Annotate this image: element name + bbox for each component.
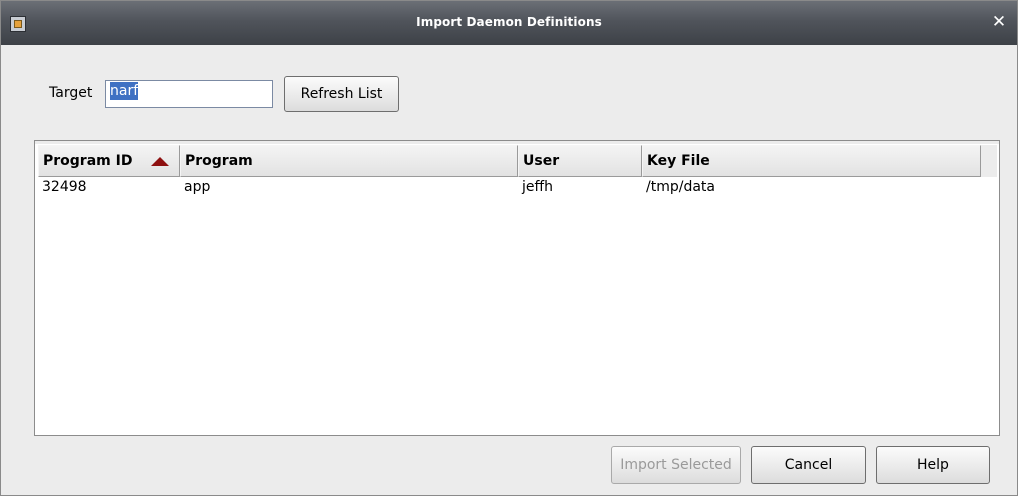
column-header-key-file[interactable]: Key File: [642, 145, 981, 177]
title-bar[interactable]: Import Daemon Definitions ✕: [1, 1, 1017, 45]
column-header-program-id[interactable]: Program ID: [38, 145, 180, 177]
column-header-user[interactable]: User: [518, 145, 642, 177]
program-table[interactable]: Program ID Program User Key File 32498 a…: [34, 140, 1000, 436]
target-label: Target: [49, 85, 93, 101]
close-icon[interactable]: ✕: [989, 12, 1009, 32]
sort-ascending-icon: [151, 157, 169, 166]
target-input-selected-text: narf: [110, 82, 139, 100]
cell-user: jeffh: [522, 179, 554, 195]
import-selected-button[interactable]: Import Selected: [611, 446, 741, 484]
column-header-label: Program ID: [43, 153, 133, 169]
cell-program-id: 32498: [42, 179, 87, 195]
column-header-label: User: [523, 153, 560, 169]
cell-program: app: [184, 179, 211, 195]
cancel-button[interactable]: Cancel: [751, 446, 866, 484]
refresh-list-button[interactable]: Refresh List: [284, 76, 399, 112]
column-header-label: Key File: [647, 153, 710, 169]
cell-key-file: /tmp/data: [646, 179, 715, 195]
column-header-program[interactable]: Program: [180, 145, 518, 177]
column-header-label: Program: [185, 153, 253, 169]
import-daemon-dialog: Import Daemon Definitions ✕ Target narf …: [0, 0, 1018, 496]
target-input[interactable]: narf: [105, 80, 273, 108]
window-title: Import Daemon Definitions: [416, 15, 602, 29]
help-button[interactable]: Help: [876, 446, 990, 484]
header-scroll-corner: [981, 145, 997, 177]
table-header: Program ID Program User Key File: [38, 145, 981, 177]
table-row[interactable]: 32498 app jeffh /tmp/data: [38, 177, 981, 197]
